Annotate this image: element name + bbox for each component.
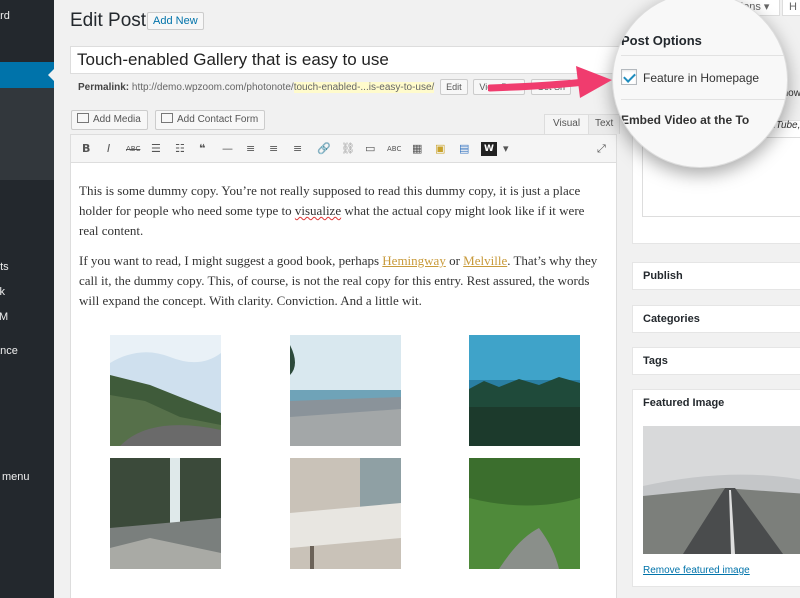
gallery-image-stream[interactable] bbox=[469, 458, 580, 569]
menu-item-dashboard[interactable]: ard bbox=[0, 10, 54, 22]
contact-form-icon bbox=[161, 113, 173, 123]
strikethrough-icon[interactable]: ABC bbox=[126, 143, 140, 155]
feature-homepage-label[interactable]: Feature in Homepage bbox=[643, 71, 759, 85]
paragraph-2: If you want to read, I might suggest a g… bbox=[79, 253, 598, 308]
gallery-image-cafe-table[interactable] bbox=[290, 458, 401, 569]
align-right-icon[interactable]: ≡ bbox=[293, 143, 302, 155]
menu-item-appearance[interactable]: ance bbox=[0, 345, 54, 357]
menu-item-feedback[interactable]: ck bbox=[0, 286, 54, 298]
link-hemingway[interactable]: Hemingway bbox=[382, 253, 446, 268]
horizontal-line-icon[interactable]: — bbox=[222, 143, 233, 155]
feature-homepage-checkbox[interactable] bbox=[621, 69, 637, 85]
categories-box[interactable]: Categories bbox=[632, 305, 800, 333]
post-options-title: Post Options bbox=[621, 33, 702, 48]
collapse-menu[interactable]: menu bbox=[0, 471, 54, 483]
align-left-icon[interactable]: ≡ bbox=[246, 143, 255, 155]
publish-box[interactable]: Publish bbox=[632, 262, 800, 290]
kitchen-sink-icon[interactable]: ▦ bbox=[412, 143, 422, 155]
add-new-button[interactable]: Add New bbox=[147, 12, 204, 30]
link-melville[interactable]: Melville bbox=[463, 253, 507, 268]
gallery-image-mountain-road[interactable] bbox=[110, 335, 221, 446]
gallery-image-beach[interactable] bbox=[290, 335, 401, 446]
permalink-edit-button[interactable]: Edit bbox=[440, 79, 468, 95]
menu-item-posts-current[interactable] bbox=[0, 62, 54, 88]
tab-visual[interactable]: Visual bbox=[544, 114, 590, 134]
tags-heading: Tags bbox=[643, 355, 668, 367]
bullet-list-icon[interactable]: ☰ bbox=[151, 143, 161, 155]
add-media-button[interactable]: Add Media bbox=[71, 110, 148, 130]
gallery-image-forest-lake[interactable] bbox=[469, 335, 580, 446]
permalink-base: http://demo.wpzoom.com/photonote/ bbox=[131, 82, 294, 93]
menu-item-mailpoet[interactable]: M bbox=[0, 311, 54, 323]
categories-heading: Categories bbox=[643, 313, 700, 325]
editor-content[interactable]: This is some dummy copy. You’re not real… bbox=[79, 181, 604, 321]
image-icon[interactable]: ▤ bbox=[459, 143, 469, 155]
read-more-icon[interactable]: ▭ bbox=[365, 143, 375, 155]
blockquote-icon[interactable]: ❝ bbox=[199, 143, 205, 155]
divider bbox=[621, 55, 787, 56]
gallery-icon[interactable]: ▣ bbox=[435, 143, 445, 155]
bold-icon[interactable]: B bbox=[82, 143, 90, 155]
align-center-icon[interactable]: ≡ bbox=[269, 143, 278, 155]
misspelled-word: visualize bbox=[294, 203, 342, 218]
arrow-pointer-icon bbox=[488, 66, 612, 98]
numbered-list-icon[interactable]: ☷ bbox=[175, 143, 185, 155]
editor-toolbar: B I ABC ☰ ☷ ❝ — ≡ ≡ ≡ 🔗 ⛓ ▭ ABC ▦ ▣ ▤ W … bbox=[71, 135, 616, 163]
page-title: Edit Post bbox=[70, 10, 147, 31]
featured-image-heading: Featured Image bbox=[643, 397, 725, 409]
add-contact-form-button[interactable]: Add Contact Form bbox=[155, 110, 266, 130]
menu-item-comments[interactable]: nts bbox=[0, 261, 54, 273]
featured-image-thumbnail[interactable] bbox=[643, 426, 800, 554]
divider bbox=[621, 99, 787, 100]
featured-image-box: Featured Image Remove featured image bbox=[632, 389, 800, 587]
fullscreen-icon[interactable]: ⤢ bbox=[597, 143, 606, 155]
tags-box[interactable]: Tags bbox=[632, 347, 800, 375]
embed-video-label: Embed Video at the To bbox=[621, 113, 750, 127]
word-icon[interactable]: W bbox=[481, 142, 497, 156]
publish-heading: Publish bbox=[643, 270, 683, 282]
spellcheck-icon[interactable]: ABC bbox=[387, 143, 401, 155]
paragraph-1: This is some dummy copy. You’re not real… bbox=[79, 183, 585, 238]
permalink-label: Permalink: bbox=[78, 82, 130, 93]
posts-submenu bbox=[0, 88, 54, 180]
link-icon[interactable]: 🔗 bbox=[317, 143, 331, 155]
zoom-magnifier: Post Options Feature in Homepage Embed V… bbox=[612, 0, 788, 168]
remove-featured-image-link[interactable]: Remove featured image bbox=[643, 565, 750, 576]
post-editor[interactable]: B I ABC ☰ ☷ ❝ — ≡ ≡ ≡ 🔗 ⛓ ▭ ABC ▦ ▣ ▤ W … bbox=[70, 134, 617, 598]
dropdown-icon[interactable]: ▾ bbox=[503, 143, 509, 155]
admin-sidebar: ard nts ck M ance s menu bbox=[0, 0, 54, 598]
media-icon bbox=[77, 113, 89, 123]
unlink-icon[interactable]: ⛓ bbox=[341, 143, 355, 155]
menu-item-settings[interactable]: s bbox=[0, 445, 54, 457]
gallery-image-waterfall[interactable] bbox=[110, 458, 221, 569]
permalink-slug[interactable]: touch-enabled-...is-easy-to-use/ bbox=[293, 82, 435, 93]
italic-icon[interactable]: I bbox=[107, 143, 110, 155]
